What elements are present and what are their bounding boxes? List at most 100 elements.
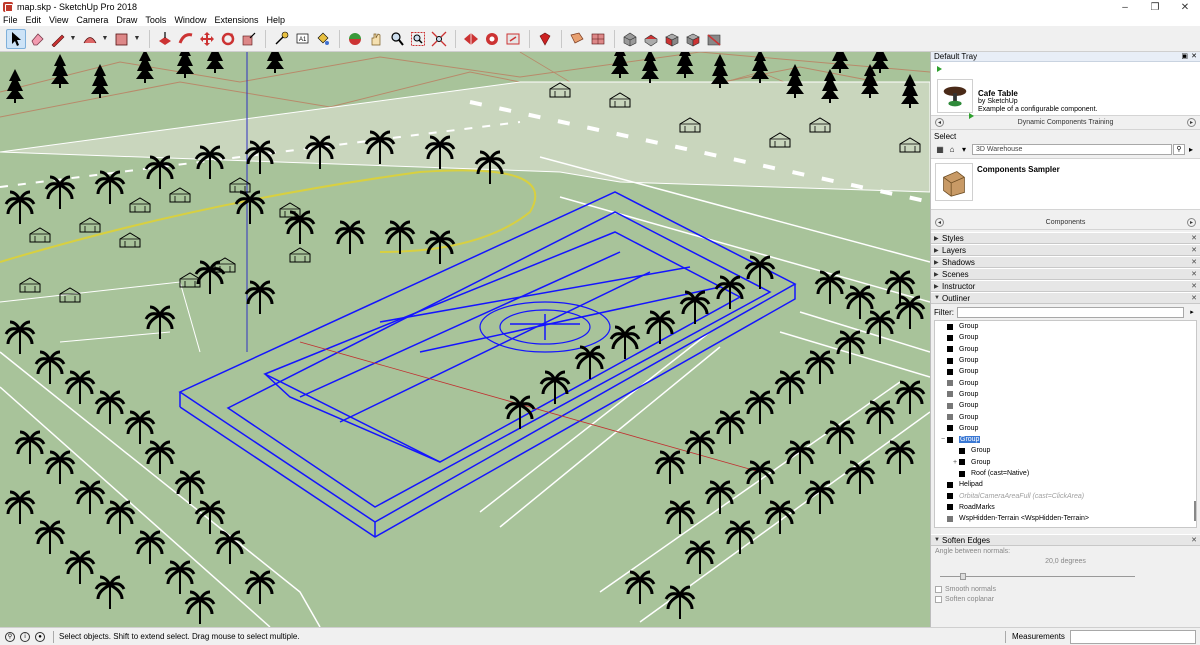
front-view-button[interactable] [662,29,682,49]
outliner-item[interactable]: OrbitalCameraAreaFull (cast=ClickArea) [935,490,1196,501]
back-arrow-icon[interactable]: ◂ [935,218,944,227]
search-icon[interactable]: ⚲ [1173,143,1185,155]
outliner-scrollbar[interactable] [1192,321,1196,527]
line-tool-dropdown[interactable]: ▼ [69,29,77,49]
tape-measure-tool-button[interactable] [271,29,291,49]
forward-arrow-icon[interactable]: ▸ [1187,218,1196,227]
close-panel-icon[interactable]: ✕ [1191,270,1197,278]
details-arrow-icon[interactable]: ▸ [1187,307,1197,317]
menu-view[interactable]: View [49,15,68,25]
close-tray-icon[interactable]: ✕ [1191,52,1197,60]
outliner-tree[interactable]: Group Group Group Group Group Group Group Group… [934,320,1197,528]
push-pull-tool-button[interactable] [155,29,175,49]
slider-knob[interactable] [959,573,966,580]
menu-file[interactable]: File [3,15,18,25]
smooth-normals-row[interactable]: Smooth normals [935,586,1196,593]
minimize-button[interactable]: – [1110,0,1140,14]
outliner-item[interactable]: Group [935,445,1196,456]
credits-icon[interactable]: i [20,631,30,642]
eraser-tool-button[interactable] [27,29,47,49]
rectangle-tool-button[interactable] [112,29,132,49]
outliner-item[interactable]: Group [935,355,1196,366]
outliner-item[interactable]: WspHidden-Terrain <WspHidden-Terrain> [935,513,1196,524]
3d-scene[interactable] [0,52,930,627]
outliner-item[interactable]: − Group [935,434,1196,445]
outliner-item[interactable]: + Group [935,457,1196,468]
outliner-item[interactable]: Group [935,321,1196,332]
arc-tool-button[interactable] [80,29,100,49]
zoom-tool-button[interactable] [387,29,407,49]
outliner-item[interactable]: Group [935,400,1196,411]
menu-tools[interactable]: Tools [145,15,166,25]
orbit-tool-button[interactable] [345,29,365,49]
text-tool-button[interactable]: A1 [292,29,312,49]
pan-tool-button[interactable] [366,29,386,49]
outliner-item[interactable]: Helipad [935,479,1196,490]
ruby-console-button[interactable] [535,29,555,49]
outliner-item[interactable]: Group [935,344,1196,355]
scale-tool-button[interactable] [239,29,259,49]
panel-layers[interactable]: ▶ Layers ✕ [931,244,1200,256]
arc-tool-dropdown[interactable]: ▼ [101,29,109,49]
details-arrow-icon[interactable]: ▸ [1185,144,1197,155]
select-tab[interactable]: Select [931,130,1200,142]
maximize-button[interactable]: ❐ [1140,0,1170,14]
close-panel-icon[interactable]: ✕ [1191,234,1197,242]
shape-tool-dropdown[interactable]: ▼ [133,29,141,49]
sampler-thumbnail[interactable] [935,163,973,201]
outliner-item[interactable]: Group [935,423,1196,434]
measurements-input[interactable] [1070,630,1196,644]
outliner-item[interactable]: Group [935,366,1196,377]
angle-slider[interactable] [936,569,1195,583]
3d-warehouse-button[interactable] [461,29,481,49]
outliner-item[interactable]: RoadMarks [935,502,1196,513]
collapse-icon[interactable]: − [939,436,947,444]
outliner-item[interactable]: Roof (cast=Native) [935,468,1196,479]
close-panel-icon[interactable]: ✕ [1191,282,1197,290]
panel-scenes[interactable]: ▶ Scenes ✕ [931,268,1200,280]
soften-coplanar-checkbox[interactable] [935,596,942,603]
paint-bucket-tool-button[interactable] [313,29,333,49]
line-tool-button[interactable] [48,29,68,49]
top-view-button[interactable] [641,29,661,49]
panel-soften-edges[interactable]: ▼ Soften Edges ✕ [931,534,1200,546]
menu-extensions[interactable]: Extensions [214,15,258,25]
forward-arrow-icon[interactable]: ▸ [1187,118,1196,127]
menu-window[interactable]: Window [174,15,206,25]
panel-outliner[interactable]: ▼ Outliner ✕ [931,292,1200,304]
share-model-button[interactable] [503,29,523,49]
zoom-extents-tool-button[interactable] [429,29,449,49]
view-options-icon[interactable]: ▦ [934,144,946,155]
play-arrow-icon[interactable] [937,66,942,72]
rotate-tool-button[interactable] [218,29,238,49]
close-panel-icon[interactable]: ✕ [1191,246,1197,254]
home-dropdown-icon[interactable]: ▾ [958,144,970,155]
close-button[interactable]: ✕ [1170,0,1200,14]
model-viewport[interactable] [0,52,930,627]
smooth-normals-checkbox[interactable] [935,586,942,593]
section-display-button[interactable] [588,29,608,49]
menu-help[interactable]: Help [266,15,285,25]
menu-edit[interactable]: Edit [26,15,42,25]
warehouse-search-input[interactable]: 3D Warehouse [972,143,1172,155]
close-panel-icon[interactable]: ✕ [1191,294,1197,302]
home-icon[interactable]: ⌂ [946,144,958,155]
expand-icon[interactable]: + [951,458,959,466]
select-tool-button[interactable] [6,28,26,49]
outliner-item[interactable]: Group [935,389,1196,400]
pin-icon[interactable]: ▣ [1181,52,1188,60]
close-panel-icon[interactable]: ✕ [1191,536,1197,544]
iso-view-button[interactable] [620,29,640,49]
back-view-button[interactable] [704,29,724,49]
panel-styles[interactable]: ▶ Styles ✕ [931,232,1200,244]
follow-me-tool-button[interactable] [176,29,196,49]
back-arrow-icon[interactable]: ◂ [935,118,944,127]
outliner-item[interactable]: Group [935,332,1196,343]
close-panel-icon[interactable]: ✕ [1191,258,1197,266]
menu-camera[interactable]: Camera [76,15,108,25]
extension-warehouse-button[interactable] [482,29,502,49]
geo-location-icon[interactable]: ⚲ [5,631,15,642]
menu-draw[interactable]: Draw [116,15,137,25]
section-plane-button[interactable] [567,29,587,49]
right-view-button[interactable] [683,29,703,49]
